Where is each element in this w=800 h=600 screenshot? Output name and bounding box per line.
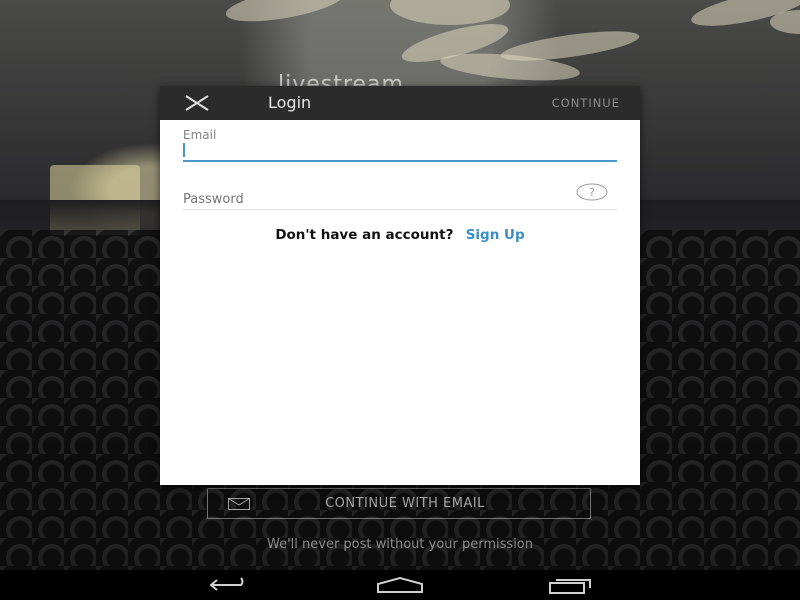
continue-button[interactable]: CONTINUE <box>552 96 620 110</box>
signup-row: Don't have an account? Sign Up <box>160 227 640 243</box>
close-icon[interactable] <box>184 94 210 112</box>
dialog-title: Login <box>268 93 312 112</box>
continue-with-email-button[interactable]: CONTINUE WITH EMAIL <box>207 488 591 519</box>
back-icon[interactable] <box>207 576 251 594</box>
help-question-icon[interactable]: ? <box>576 183 608 201</box>
mail-icon <box>228 497 250 510</box>
dialog-header: Login CONTINUE <box>160 86 640 120</box>
text-caret <box>183 143 185 157</box>
permission-notice: We'll never post without your permission <box>267 537 533 552</box>
email-field[interactable] <box>183 140 617 162</box>
svg-text:?: ? <box>589 186 595 199</box>
recent-apps-icon[interactable] <box>548 576 594 594</box>
home-icon[interactable] <box>376 576 424 594</box>
sign-up-link[interactable]: Sign Up <box>466 227 525 243</box>
android-nav-bar <box>0 570 800 600</box>
continue-with-email-label: CONTINUE WITH EMAIL <box>325 496 485 511</box>
signup-prompt: Don't have an account? <box>275 227 454 243</box>
login-dialog: Login CONTINUE Email ? Don't have an acc… <box>160 86 640 485</box>
decoration-petal <box>390 0 510 25</box>
password-field[interactable] <box>183 189 617 210</box>
decoration-petal <box>223 0 347 29</box>
